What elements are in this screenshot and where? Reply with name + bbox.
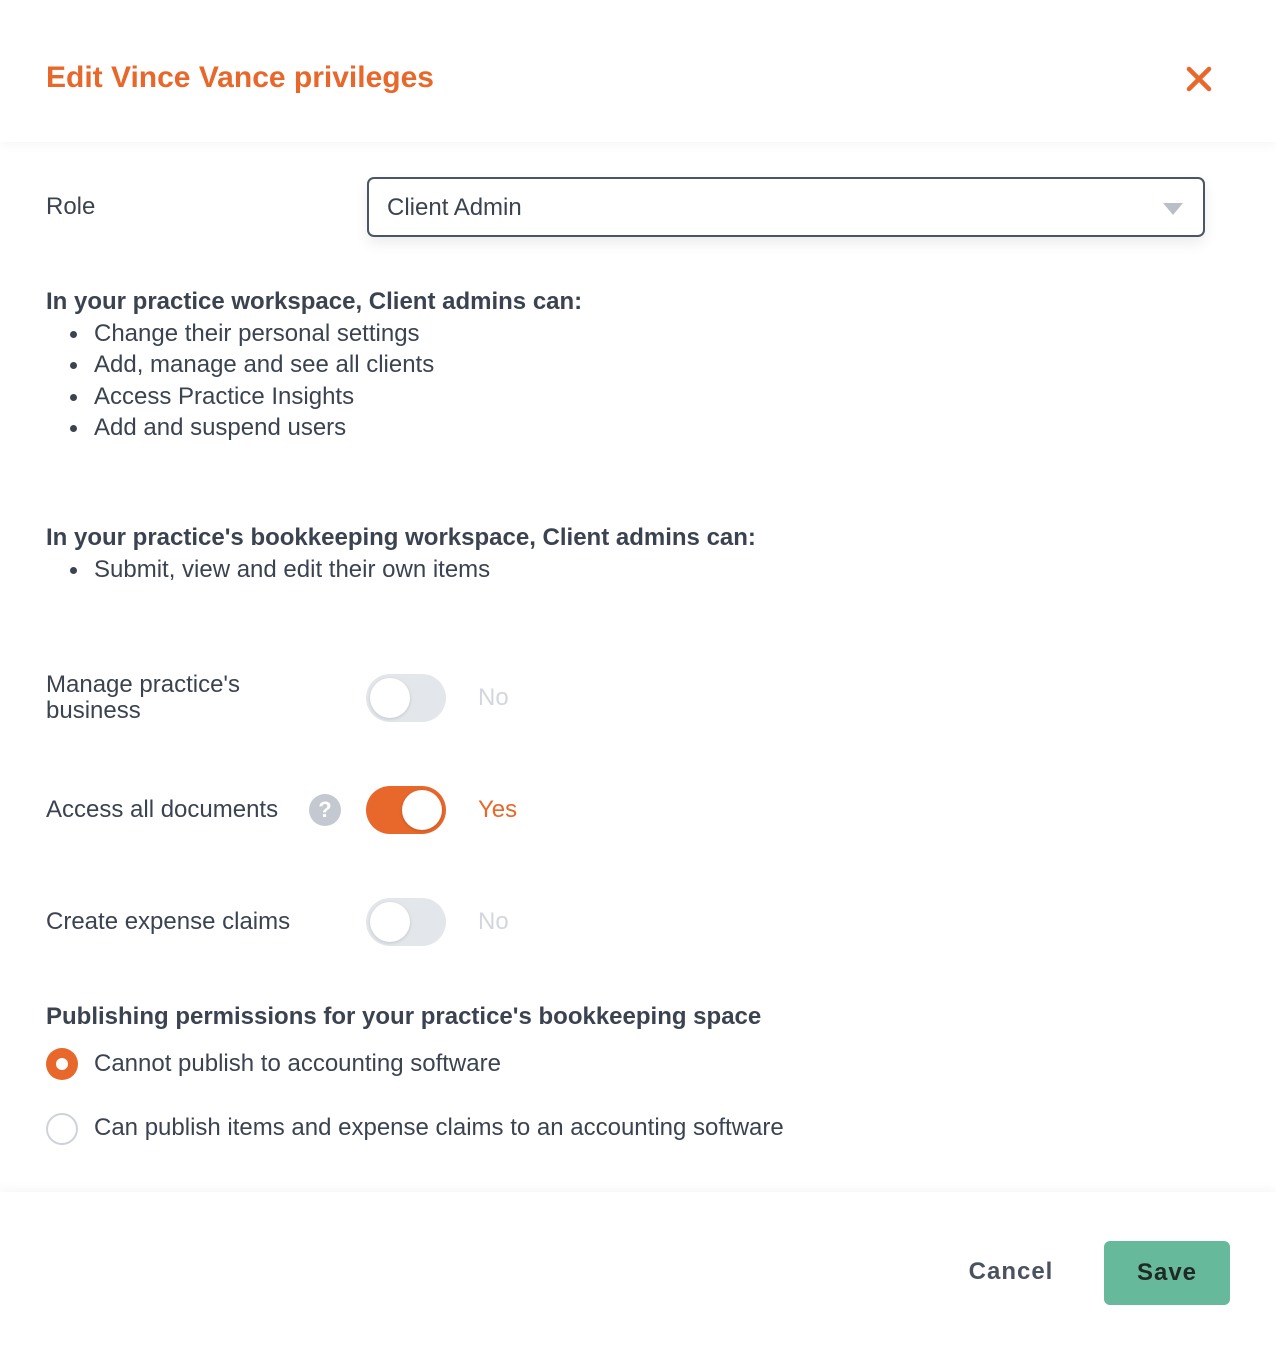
radio-dot: [56, 1058, 68, 1070]
expense-claims-toggle[interactable]: [366, 898, 446, 946]
manage-business-label-line1: Manage practice's: [46, 671, 241, 698]
chevron-down-icon: [1163, 203, 1183, 215]
manage-business-label-line2: business: [46, 697, 141, 724]
radio-can-publish-label[interactable]: Can publish items and expense claims to …: [94, 1114, 784, 1142]
cancel-button[interactable]: Cancel: [946, 1240, 1076, 1304]
access-documents-state: Yes: [478, 796, 518, 823]
toggle-knob: [402, 790, 442, 830]
toggle-knob: [370, 902, 410, 942]
save-button[interactable]: Save: [1104, 1241, 1230, 1305]
dialog-header: Edit Vince Vance privileges: [0, 0, 1276, 142]
close-icon[interactable]: [1180, 60, 1218, 98]
manage-business-toggle[interactable]: [366, 674, 446, 722]
manage-business-state: No: [478, 684, 509, 711]
list-item: Change their personal settings: [46, 318, 434, 349]
practice-workspace-list: Change their personal settings Add, mana…: [46, 318, 434, 443]
expense-claims-state: No: [478, 908, 509, 935]
question-mark-icon[interactable]: ?: [309, 794, 341, 826]
bookkeeping-workspace-list: Submit, view and edit their own items: [46, 554, 490, 585]
dialog-body: Role Client Admin In your practice works…: [0, 142, 1276, 1192]
practice-workspace-heading: In your practice workspace, Client admin…: [46, 288, 583, 315]
radio-can-publish[interactable]: [46, 1113, 78, 1145]
dialog-footer: Cancel Save: [0, 1192, 1276, 1348]
role-select[interactable]: Client Admin: [367, 177, 1205, 237]
publishing-heading: Publishing permissions for your practice…: [46, 1003, 762, 1030]
role-select-value: Client Admin: [387, 194, 522, 221]
list-item: Add, manage and see all clients: [46, 349, 434, 380]
bookkeeping-workspace-heading: In your practice's bookkeeping workspace…: [46, 524, 756, 551]
dialog-title: Edit Vince Vance privileges: [46, 61, 434, 94]
manage-business-label: Manage practice's business: [46, 672, 240, 724]
list-item: Add and suspend users: [46, 412, 434, 443]
role-label: Role: [46, 193, 96, 220]
list-item: Submit, view and edit their own items: [46, 554, 490, 585]
expense-claims-label: Create expense claims: [46, 908, 291, 935]
edit-privileges-dialog: Edit Vince Vance privileges Role Client …: [0, 0, 1276, 1348]
toggle-knob: [370, 678, 410, 718]
access-documents-toggle[interactable]: [366, 786, 446, 834]
radio-cannot-publish-label[interactable]: Cannot publish to accounting software: [94, 1050, 501, 1078]
access-documents-label: Access all documents: [46, 796, 279, 823]
radio-cannot-publish[interactable]: [46, 1048, 78, 1080]
list-item: Access Practice Insights: [46, 381, 434, 412]
